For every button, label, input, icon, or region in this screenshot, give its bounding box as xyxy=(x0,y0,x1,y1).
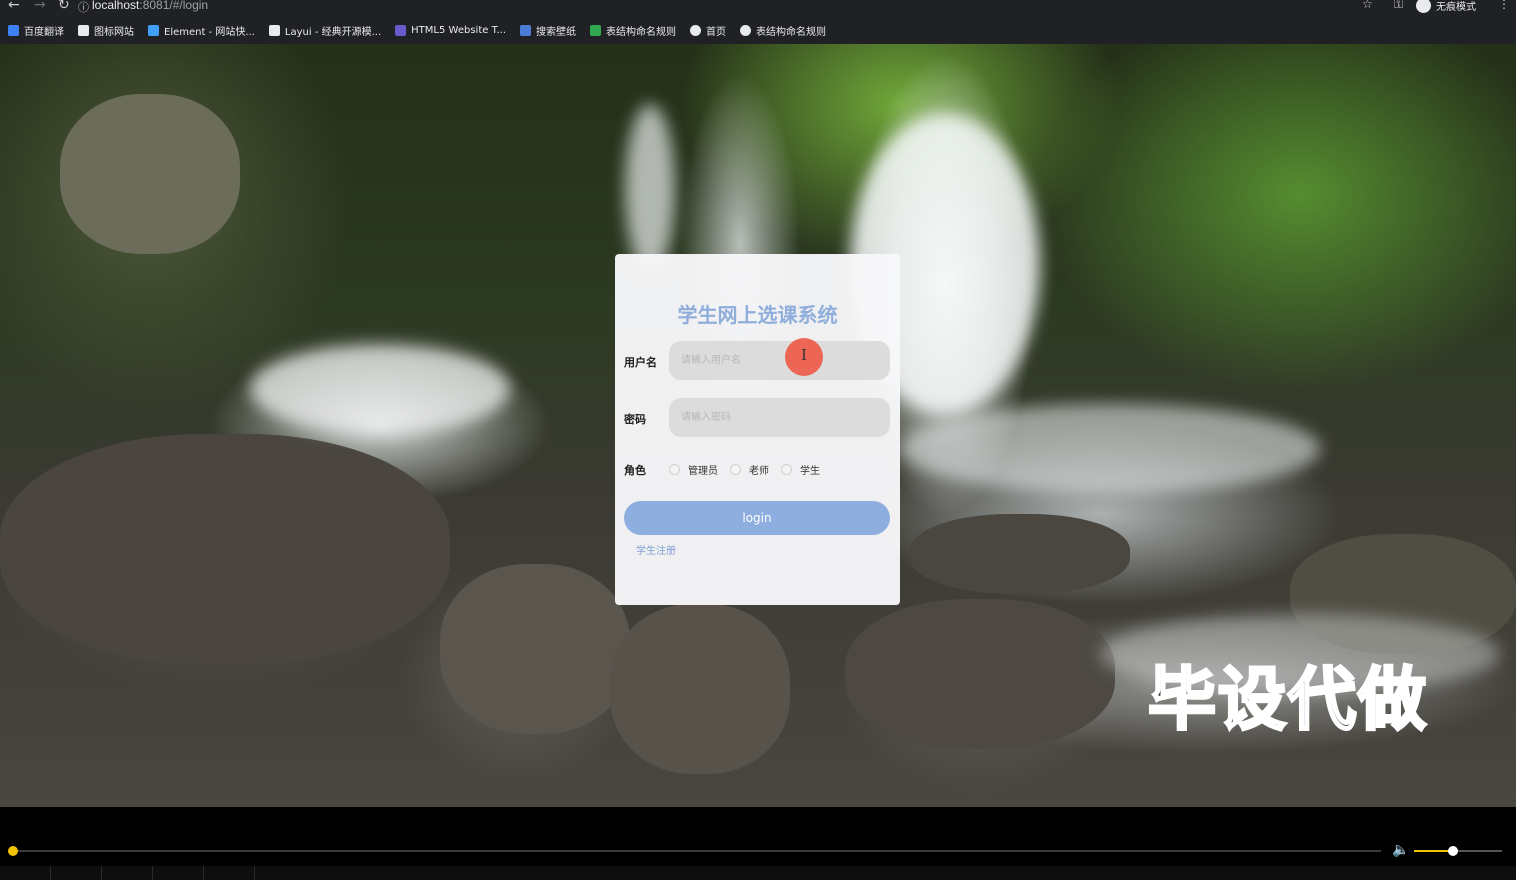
role-option-label: 学生 xyxy=(800,466,820,477)
radio-icon xyxy=(781,464,792,475)
background-rock xyxy=(440,564,630,734)
baidu-translate-icon xyxy=(8,24,19,36)
control-segment[interactable] xyxy=(204,866,255,880)
bookmark-label: Element - 网站快... xyxy=(164,26,255,38)
browser-toolbar: ← → ↻ ⓘ localhost:8081/#/login ☆ ⚿ 无痕模式 … xyxy=(0,0,1516,16)
volume-handle[interactable] xyxy=(1448,846,1458,856)
bookmark-item[interactable]: Layui - 经典开源模... xyxy=(268,23,382,38)
video-player-bar: 🔈 xyxy=(0,807,1516,880)
login-button[interactable]: login xyxy=(624,501,890,535)
control-segment[interactable] xyxy=(51,866,102,880)
volume-fill xyxy=(1414,850,1449,852)
back-icon[interactable]: ← xyxy=(8,0,20,13)
reload-icon[interactable]: ↻ xyxy=(58,0,70,13)
background-waterfall xyxy=(625,104,675,274)
username-input[interactable] xyxy=(669,341,890,380)
background-rock xyxy=(610,604,790,774)
role-option-label: 老师 xyxy=(749,466,769,477)
incognito-indicator[interactable]: 无痕模式 xyxy=(1416,0,1476,13)
menu-icon[interactable]: ⋮ xyxy=(1498,0,1510,11)
role-label: 角色 xyxy=(624,464,646,477)
star-icon[interactable]: ☆ xyxy=(1362,0,1373,11)
role-radio-teacher[interactable]: 老师 xyxy=(730,462,769,477)
role-radio-student[interactable]: 学生 xyxy=(781,462,820,477)
bookmark-item[interactable]: HTML5 Website T... xyxy=(395,24,507,36)
background-rock xyxy=(0,434,450,664)
bookmark-label: 表结构命名规则 xyxy=(756,26,827,38)
radio-icon xyxy=(669,464,680,475)
text-cursor-icon: I xyxy=(801,346,807,364)
bookmark-item[interactable]: 首页 xyxy=(690,23,726,38)
login-card: 学生网上选课系统 用户名 密码 角色 管理员 老师 学生 login 学生注册 xyxy=(615,254,900,605)
page-title: 学生网上选课系统 xyxy=(677,303,838,327)
bookmark-item[interactable]: 表结构命名规则 xyxy=(590,23,676,38)
bookmark-label: 图标网站 xyxy=(94,26,134,38)
bookmark-label: 首页 xyxy=(706,26,727,38)
element-icon xyxy=(148,24,159,36)
player-controls-strip xyxy=(0,866,1516,880)
bookmark-item[interactable]: 图标网站 xyxy=(78,23,134,38)
bookmark-item[interactable]: 搜索壁纸 xyxy=(520,23,576,38)
bookmark-label: Layui - 经典开源模... xyxy=(284,26,382,38)
cursor-highlight: I xyxy=(785,338,823,376)
progress-handle[interactable] xyxy=(8,846,18,856)
bookmarks-bar: 百度翻译 图标网站 Element - 网站快... Layui - 经典开源模… xyxy=(0,16,1516,44)
control-segment[interactable] xyxy=(153,866,204,880)
bookmark-label: 搜索壁纸 xyxy=(536,26,577,38)
wallpaper-icon xyxy=(520,24,532,36)
info-icon[interactable]: ⓘ xyxy=(78,0,89,15)
globe-icon xyxy=(690,24,702,36)
bookmark-icon xyxy=(78,24,89,36)
layui-icon xyxy=(268,24,280,36)
globe-icon xyxy=(740,24,752,36)
html5-icon xyxy=(395,24,407,36)
username-label: 用户名 xyxy=(624,356,657,369)
background-rock xyxy=(910,514,1130,594)
volume-icon[interactable]: 🔈 xyxy=(1392,842,1409,858)
background-water xyxy=(250,344,510,434)
control-segment[interactable] xyxy=(0,866,51,880)
page-viewport: 学生网上选课系统 用户名 密码 角色 管理员 老师 学生 login 学生注册 … xyxy=(0,44,1516,807)
bookmark-item[interactable]: Element - 网站快... xyxy=(148,23,255,38)
progress-track[interactable] xyxy=(13,850,1381,852)
incognito-label: 无痕模式 xyxy=(1436,2,1476,13)
background-water xyxy=(900,404,1320,494)
address-bar[interactable]: localhost:8081/#/login xyxy=(92,0,208,12)
bookmark-item[interactable]: 百度翻译 xyxy=(8,23,64,38)
background-rock xyxy=(845,599,1115,749)
forward-icon[interactable]: → xyxy=(34,0,46,13)
control-segment[interactable] xyxy=(102,866,153,880)
role-radio-group: 管理员 老师 学生 xyxy=(669,462,832,477)
password-label: 密码 xyxy=(624,413,646,426)
register-link[interactable]: 学生注册 xyxy=(636,542,676,557)
doc-icon xyxy=(590,24,602,36)
watermark-text: 毕设代做 xyxy=(1146,660,1429,742)
password-input[interactable] xyxy=(669,398,890,437)
key-icon[interactable]: ⚿ xyxy=(1394,0,1403,12)
radio-icon xyxy=(730,464,741,475)
role-radio-admin[interactable]: 管理员 xyxy=(669,462,718,477)
incognito-icon xyxy=(1416,0,1431,13)
bookmark-label: 表结构命名规则 xyxy=(606,26,677,38)
bookmark-label: HTML5 Website T... xyxy=(411,24,507,36)
bookmark-item[interactable]: 表结构命名规则 xyxy=(740,23,826,38)
background-rock xyxy=(60,94,240,254)
role-option-label: 管理员 xyxy=(688,466,718,477)
bookmark-label: 百度翻译 xyxy=(24,26,64,38)
